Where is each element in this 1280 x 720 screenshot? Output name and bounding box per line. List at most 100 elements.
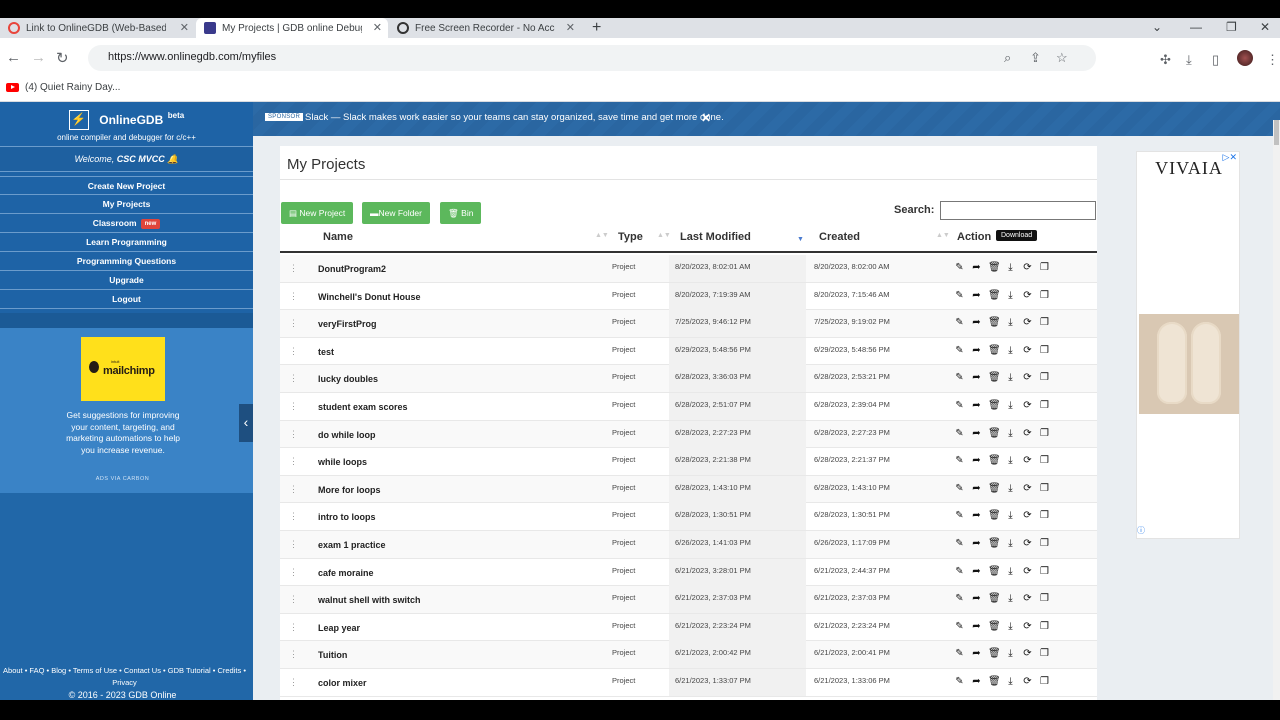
share-icon[interactable]: ➦: [971, 372, 982, 383]
fork-icon[interactable]: ⟳: [1022, 621, 1033, 632]
share-icon[interactable]: ➦: [971, 483, 982, 494]
drag-handle-icon[interactable]: ⋮: [289, 484, 298, 495]
edit-icon[interactable]: ✎: [954, 262, 965, 273]
extensions-icon[interactable]: ✣: [1160, 52, 1171, 68]
tab-close-icon[interactable]: ✕: [180, 21, 189, 34]
delete-icon[interactable]: 🗑: [988, 676, 1001, 687]
fork-icon[interactable]: ⟳: [1022, 593, 1033, 604]
project-name[interactable]: cafe moraine: [318, 568, 374, 578]
download-icon[interactable]: ⤓: [1005, 290, 1016, 301]
download-icon[interactable]: ⤓: [1005, 593, 1016, 604]
table-row[interactable]: ⋮ More for loops Project 6/28/2023, 1:43:10…: [280, 475, 1097, 504]
copy-icon[interactable]: ❐: [1039, 621, 1050, 632]
copy-icon[interactable]: ❐: [1039, 566, 1050, 577]
copy-icon[interactable]: ❐: [1039, 290, 1050, 301]
project-name[interactable]: lucky doubles: [318, 374, 378, 384]
edit-icon[interactable]: ✎: [954, 455, 965, 466]
menu-upgrade[interactable]: Upgrade: [0, 271, 253, 290]
copy-icon[interactable]: ❐: [1039, 372, 1050, 383]
fork-icon[interactable]: ⟳: [1022, 372, 1033, 383]
drag-handle-icon[interactable]: ⋮: [289, 677, 298, 688]
ads-via-carbon[interactable]: ADS VIA CARBON: [0, 476, 245, 482]
browser-tab-my-projects[interactable]: My Projects | GDB online Debugg ✕: [196, 18, 388, 38]
drag-handle-icon[interactable]: ⋮: [289, 567, 298, 578]
download-icon[interactable]: ⤓: [1005, 483, 1016, 494]
edit-icon[interactable]: ✎: [954, 566, 965, 577]
table-row[interactable]: ⋮ test Project 6/29/2023, 5:48:56 PM 6/29/20…: [280, 337, 1097, 366]
tab-close-icon[interactable]: ✕: [566, 21, 575, 34]
project-name[interactable]: Leap year: [318, 623, 360, 633]
share-icon[interactable]: ➦: [971, 621, 982, 632]
edit-icon[interactable]: ✎: [954, 372, 965, 383]
tab-search-chevron-icon[interactable]: ⌄: [1152, 20, 1162, 34]
drag-handle-icon[interactable]: ⋮: [289, 373, 298, 384]
share-icon[interactable]: ➦: [971, 455, 982, 466]
project-name[interactable]: color mixer: [318, 678, 367, 688]
table-row[interactable]: ⋮ do while loop Project 6/28/2023, 2:27:23 …: [280, 420, 1097, 449]
table-row[interactable]: ⋮ DonutProgram2 Project 8/20/2023, 8:02:01 …: [280, 255, 1097, 283]
bin-button[interactable]: 🗑 Bin: [440, 202, 482, 224]
fork-icon[interactable]: ⟳: [1022, 262, 1033, 273]
browser-tab-onlinegdb-link[interactable]: Link to OnlineGDB (Web-Based C ✕: [0, 18, 195, 38]
project-name[interactable]: test: [318, 347, 334, 357]
download-icon[interactable]: ⤓: [1005, 538, 1016, 549]
close-sponsor-icon[interactable]: ✕: [701, 111, 711, 125]
copy-icon[interactable]: ❐: [1039, 455, 1050, 466]
new-project-button[interactable]: ▤ New Project: [281, 202, 354, 224]
fork-icon[interactable]: ⟳: [1022, 290, 1033, 301]
share-icon[interactable]: ➦: [971, 262, 982, 273]
share-icon[interactable]: ➦: [971, 538, 982, 549]
download-icon[interactable]: ⤓: [1005, 676, 1016, 687]
mailchimp-logo[interactable]: intuit mailchimp: [81, 337, 165, 401]
bookmark-star-icon[interactable]: ☆: [1056, 50, 1068, 66]
copy-icon[interactable]: ❐: [1039, 676, 1050, 687]
menu-programming-questions[interactable]: Programming Questions: [0, 252, 253, 271]
edit-icon[interactable]: ✎: [954, 593, 965, 604]
sponsor-text[interactable]: Slack — Slack makes work easier so your …: [305, 112, 724, 123]
delete-icon[interactable]: 🗑: [988, 483, 1001, 494]
fork-icon[interactable]: ⟳: [1022, 400, 1033, 411]
forward-icon[interactable]: →: [31, 49, 46, 66]
fork-icon[interactable]: ⟳: [1022, 538, 1033, 549]
share-icon[interactable]: ➦: [971, 648, 982, 659]
ad-info-icon[interactable]: ⓘ: [1137, 525, 1145, 536]
browser-tab-screen-recorder[interactable]: Free Screen Recorder - No Accou ✕: [389, 18, 581, 38]
copy-icon[interactable]: ❐: [1039, 648, 1050, 659]
copy-icon[interactable]: ❐: [1039, 345, 1050, 356]
download-icon[interactable]: ⤓: [1005, 345, 1016, 356]
drag-handle-icon[interactable]: ⋮: [289, 539, 298, 550]
sponsor-banner[interactable]: SPONSOR Slack — Slack makes work easier …: [253, 102, 1280, 136]
share-icon[interactable]: ➦: [971, 428, 982, 439]
edit-icon[interactable]: ✎: [954, 621, 965, 632]
side-panel-icon[interactable]: ▯: [1212, 52, 1219, 68]
edit-icon[interactable]: ✎: [954, 428, 965, 439]
profile-avatar[interactable]: [1237, 50, 1253, 66]
edit-icon[interactable]: ✎: [954, 317, 965, 328]
project-name[interactable]: while loops: [318, 457, 367, 467]
copy-icon[interactable]: ❐: [1039, 510, 1050, 521]
project-name[interactable]: More for loops: [318, 485, 381, 495]
download-icon[interactable]: ⤓: [1005, 455, 1016, 466]
edit-icon[interactable]: ✎: [954, 400, 965, 411]
fork-icon[interactable]: ⟳: [1022, 345, 1033, 356]
copy-icon[interactable]: ❐: [1039, 317, 1050, 328]
edit-icon[interactable]: ✎: [954, 648, 965, 659]
download-icon[interactable]: ⤓: [1005, 510, 1016, 521]
fork-icon[interactable]: ⟳: [1022, 455, 1033, 466]
download-icon[interactable]: ⤓: [1005, 566, 1016, 577]
sort-icon[interactable]: ▲▼: [595, 232, 609, 239]
drag-handle-icon[interactable]: ⋮: [289, 649, 298, 660]
menu-logout[interactable]: Logout: [0, 290, 253, 309]
delete-icon[interactable]: 🗑: [988, 538, 1001, 549]
drag-handle-icon[interactable]: ⋮: [289, 401, 298, 412]
project-name[interactable]: Winchell's Donut House: [318, 292, 421, 302]
column-created[interactable]: Created: [819, 231, 860, 243]
delete-icon[interactable]: 🗑: [988, 262, 1001, 273]
fork-icon[interactable]: ⟳: [1022, 317, 1033, 328]
lightning-logo-icon[interactable]: ⚡: [68, 110, 89, 130]
fork-icon[interactable]: ⟳: [1022, 510, 1033, 521]
table-row[interactable]: ⋮ lucky doubles Project 6/28/2023, 3:36:03 …: [280, 365, 1097, 393]
drag-handle-icon[interactable]: ⋮: [289, 511, 298, 522]
table-row[interactable]: ⋮ Winchell's Donut House Project 8/20/2023,…: [280, 282, 1097, 311]
delete-icon[interactable]: 🗑: [988, 510, 1001, 521]
